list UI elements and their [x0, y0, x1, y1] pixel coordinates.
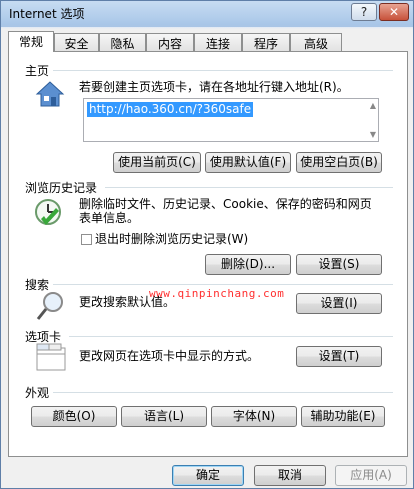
help-button[interactable]: ? — [351, 3, 377, 21]
use-blank-button[interactable]: 使用空白页(B) — [296, 152, 382, 173]
cancel-button[interactable]: 取消 — [254, 465, 326, 486]
tab-security[interactable]: 安全 — [54, 33, 99, 51]
section-divider — [53, 392, 393, 393]
tabs-icon — [36, 343, 66, 371]
homepage-url-field[interactable]: http://hao.360.cn/?360safe ▲ ▼ — [83, 98, 379, 142]
window-title: Internet 选项 — [9, 7, 85, 21]
section-divider — [53, 284, 393, 285]
magnifier-icon — [36, 292, 63, 320]
section-divider — [105, 187, 393, 188]
homepage-description: 若要创建主页选项卡，请在各地址行键入地址(R)。 — [79, 80, 349, 94]
tab-privacy[interactable]: 隐私 — [99, 33, 146, 51]
fonts-button[interactable]: 字体(N) — [211, 406, 297, 427]
search-settings-button[interactable]: 设置(I) — [296, 293, 382, 314]
general-tab-panel: 主页 若要创建主页选项卡，请在各地址行键入地址(R)。 http://hao.3… — [8, 51, 408, 457]
history-section-title: 浏览历史记录 — [25, 181, 98, 195]
homepage-section-title: 主页 — [25, 64, 50, 78]
history-settings-button[interactable]: 设置(S) — [296, 254, 382, 275]
delete-on-exit-label[interactable]: 退出时删除浏览历史记录(W) — [95, 232, 248, 246]
section-divider — [69, 336, 393, 337]
languages-button[interactable]: 语言(L) — [121, 406, 207, 427]
homepage-url-text: http://hao.360.cn/?360safe — [87, 102, 254, 117]
apply-button[interactable]: 应用(A) — [335, 465, 407, 486]
use-default-button[interactable]: 使用默认值(F) — [205, 152, 291, 173]
use-current-button[interactable]: 使用当前页(C) — [113, 152, 201, 173]
house-icon — [35, 81, 65, 107]
internet-options-window: Internet 选项 ? ✕ 常规 安全 隐私 内容 连接 程序 高级 主页 … — [0, 0, 414, 489]
accessibility-button[interactable]: 辅助功能(E) — [301, 406, 385, 427]
section-divider — [53, 70, 393, 71]
tab-content[interactable]: 内容 — [146, 33, 194, 51]
scroll-down-icon[interactable]: ▼ — [370, 130, 376, 139]
history-clock-icon — [35, 199, 61, 225]
history-description: 删除临时文件、历史记录、Cookie、保存的密码和网页表单信息。 — [79, 197, 372, 225]
title-bar[interactable]: Internet 选项 ? ✕ — [1, 1, 413, 25]
search-description: 更改搜索默认值。 — [79, 295, 176, 309]
delete-history-button[interactable]: 删除(D)... — [205, 254, 291, 275]
close-button[interactable]: ✕ — [379, 3, 409, 21]
tabs-settings-button[interactable]: 设置(T) — [296, 346, 382, 367]
tab-connections[interactable]: 连接 — [194, 33, 242, 51]
ok-button[interactable]: 确定 — [172, 465, 244, 486]
delete-on-exit-checkbox[interactable] — [81, 234, 92, 245]
tab-programs[interactable]: 程序 — [242, 33, 290, 51]
tabs-description: 更改网页在选项卡中显示的方式。 — [79, 349, 260, 363]
tab-general[interactable]: 常规 — [8, 31, 54, 52]
colors-button[interactable]: 颜色(O) — [31, 406, 117, 427]
appearance-section-title: 外观 — [25, 386, 50, 400]
tab-advanced[interactable]: 高级 — [290, 33, 342, 51]
scroll-up-icon[interactable]: ▲ — [370, 101, 376, 110]
